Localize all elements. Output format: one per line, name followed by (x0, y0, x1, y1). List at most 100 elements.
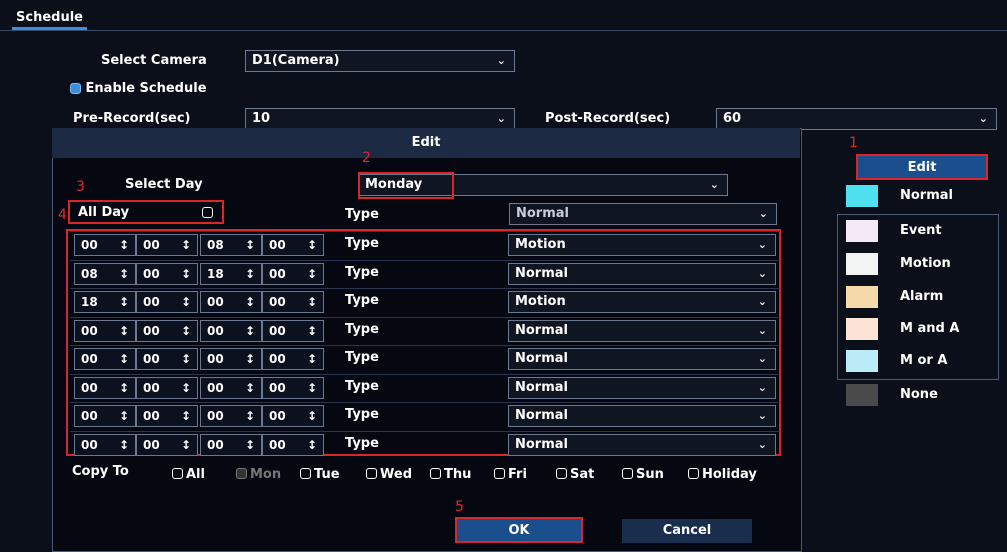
copy-day-checkbox[interactable]: Thu (430, 463, 471, 482)
cancel-button[interactable]: Cancel (622, 519, 752, 543)
edit-button[interactable]: Edit (856, 154, 988, 180)
stepper-icon[interactable]: ↕ (245, 321, 255, 341)
checkbox-unchecked-icon (430, 468, 441, 479)
camera-select[interactable]: D1(Camera) ⌄ (245, 50, 515, 72)
stepper-icon[interactable]: ↕ (307, 378, 317, 398)
start-minute-stepper[interactable]: 00 ↕ (136, 433, 198, 456)
end-minute-stepper[interactable]: 00 ↕ (262, 433, 324, 456)
row-type-value: Normal (515, 408, 568, 423)
stepper-icon[interactable]: ↕ (245, 435, 255, 455)
stepper-icon[interactable]: ↕ (307, 292, 317, 312)
stepper-icon[interactable]: ↕ (245, 349, 255, 369)
row-type-select[interactable]: Normal ⌄ (508, 433, 776, 456)
end-minute-stepper[interactable]: 00 ↕ (262, 319, 324, 342)
stepper-icon[interactable]: ↕ (245, 406, 255, 426)
start-hour-stepper[interactable]: 18 ↕ (74, 291, 136, 313)
row-type-label: Type (345, 407, 379, 422)
stepper-icon[interactable]: ↕ (307, 321, 317, 341)
stepper-icon[interactable]: ↕ (119, 378, 129, 398)
start-hour-stepper[interactable]: 08 ↕ (74, 262, 136, 285)
time-value: 00 (81, 437, 98, 452)
start-minute-stepper[interactable]: 00 ↕ (136, 319, 198, 342)
end-hour-stepper[interactable]: 00 ↕ (200, 433, 262, 456)
copy-day-checkbox[interactable]: Sat (556, 463, 594, 482)
select-camera-label: Select Camera (101, 53, 207, 68)
stepper-icon[interactable]: ↕ (119, 292, 129, 312)
legend-item: Normal (846, 185, 996, 209)
end-hour-stepper[interactable]: 00 ↕ (200, 291, 262, 313)
end-minute-stepper[interactable]: 00 ↕ (262, 405, 324, 427)
row-type-select[interactable]: Motion ⌄ (508, 234, 776, 256)
end-minute-stepper[interactable]: 00 ↕ (262, 262, 324, 285)
row-type-select[interactable]: Normal ⌄ (508, 262, 776, 285)
row-type-select[interactable]: Motion ⌄ (508, 291, 776, 313)
start-hour-stepper[interactable]: 00 ↕ (74, 319, 136, 342)
row-type-select[interactable]: Normal ⌄ (508, 319, 776, 342)
end-minute-stepper[interactable]: 00 ↕ (262, 376, 324, 399)
stepper-icon[interactable]: ↕ (307, 406, 317, 426)
start-hour-stepper[interactable]: 00 ↕ (74, 234, 136, 256)
time-value: 00 (269, 409, 286, 423)
ok-button[interactable]: OK (455, 517, 583, 543)
start-minute-stepper[interactable]: 00 ↕ (136, 234, 198, 256)
enable-schedule-checkbox[interactable]: Enable Schedule (70, 81, 207, 96)
copy-day-checkbox[interactable]: Wed (366, 463, 412, 482)
end-minute-stepper[interactable]: 00 ↕ (262, 291, 324, 313)
all-day-checkbox[interactable]: All Day (68, 200, 224, 224)
stepper-icon[interactable]: ↕ (119, 349, 129, 369)
stepper-icon[interactable]: ↕ (307, 264, 317, 284)
stepper-icon[interactable]: ↕ (245, 292, 255, 312)
start-minute-stepper[interactable]: 00 ↕ (136, 262, 198, 285)
start-minute-stepper[interactable]: 00 ↕ (136, 405, 198, 427)
stepper-icon[interactable]: ↕ (181, 321, 191, 341)
start-hour-stepper[interactable]: 00 ↕ (74, 433, 136, 456)
start-hour-stepper[interactable]: 00 ↕ (74, 405, 136, 427)
tab-schedule[interactable]: Schedule (12, 8, 87, 30)
copy-day-label: Holiday (702, 467, 757, 482)
stepper-icon[interactable]: ↕ (245, 264, 255, 284)
stepper-icon[interactable]: ↕ (181, 292, 191, 312)
end-hour-stepper[interactable]: 08 ↕ (200, 234, 262, 256)
stepper-icon[interactable]: ↕ (245, 378, 255, 398)
stepper-icon[interactable]: ↕ (119, 406, 129, 426)
end-hour-stepper[interactable]: 00 ↕ (200, 405, 262, 427)
end-hour-stepper[interactable]: 00 ↕ (200, 319, 262, 342)
end-hour-stepper[interactable]: 00 ↕ (200, 348, 262, 370)
end-hour-stepper[interactable]: 18 ↕ (200, 262, 262, 285)
stepper-icon[interactable]: ↕ (307, 349, 317, 369)
stepper-icon[interactable]: ↕ (181, 264, 191, 284)
stepper-icon[interactable]: ↕ (307, 435, 317, 455)
stepper-icon[interactable]: ↕ (181, 349, 191, 369)
copy-day-checkbox[interactable]: Tue (300, 463, 340, 482)
stepper-icon[interactable]: ↕ (181, 406, 191, 426)
post-record-select[interactable]: 60 ⌄ (716, 108, 997, 130)
start-minute-stepper[interactable]: 00 ↕ (136, 348, 198, 370)
stepper-icon[interactable]: ↕ (181, 235, 191, 255)
row-type-select[interactable]: Normal ⌄ (508, 405, 776, 427)
time-value: 00 (81, 352, 98, 366)
start-minute-stepper[interactable]: 00 ↕ (136, 291, 198, 313)
end-minute-stepper[interactable]: 00 ↕ (262, 348, 324, 370)
copy-day-checkbox[interactable]: Sun (622, 463, 664, 482)
stepper-icon[interactable]: ↕ (181, 435, 191, 455)
stepper-icon[interactable]: ↕ (307, 235, 317, 255)
row-type-select[interactable]: Normal ⌄ (508, 376, 776, 399)
copy-day-checkbox[interactable]: Holiday (688, 463, 757, 482)
copy-day-checkbox[interactable]: Fri (494, 463, 527, 482)
pre-record-select[interactable]: 10 ⌄ (245, 108, 515, 130)
stepper-icon[interactable]: ↕ (181, 378, 191, 398)
start-hour-stepper[interactable]: 00 ↕ (74, 348, 136, 370)
stepper-icon[interactable]: ↕ (245, 235, 255, 255)
row-type-select[interactable]: Normal ⌄ (508, 348, 776, 370)
end-minute-stepper[interactable]: 00 ↕ (262, 234, 324, 256)
stepper-icon[interactable]: ↕ (119, 235, 129, 255)
stepper-icon[interactable]: ↕ (119, 321, 129, 341)
schedule-row: 00 ↕ 00 ↕ 00 ↕ 00 ↕ Type Normal ⌄ (70, 345, 780, 375)
end-hour-stepper[interactable]: 00 ↕ (200, 376, 262, 399)
stepper-icon[interactable]: ↕ (119, 435, 129, 455)
copy-day-checkbox[interactable]: All (172, 463, 205, 482)
start-hour-stepper[interactable]: 00 ↕ (74, 376, 136, 399)
stepper-icon[interactable]: ↕ (119, 264, 129, 284)
start-minute-stepper[interactable]: 00 ↕ (136, 376, 198, 399)
schedule-row: 18 ↕ 00 ↕ 00 ↕ 00 ↕ Type Motion ⌄ (70, 288, 780, 318)
